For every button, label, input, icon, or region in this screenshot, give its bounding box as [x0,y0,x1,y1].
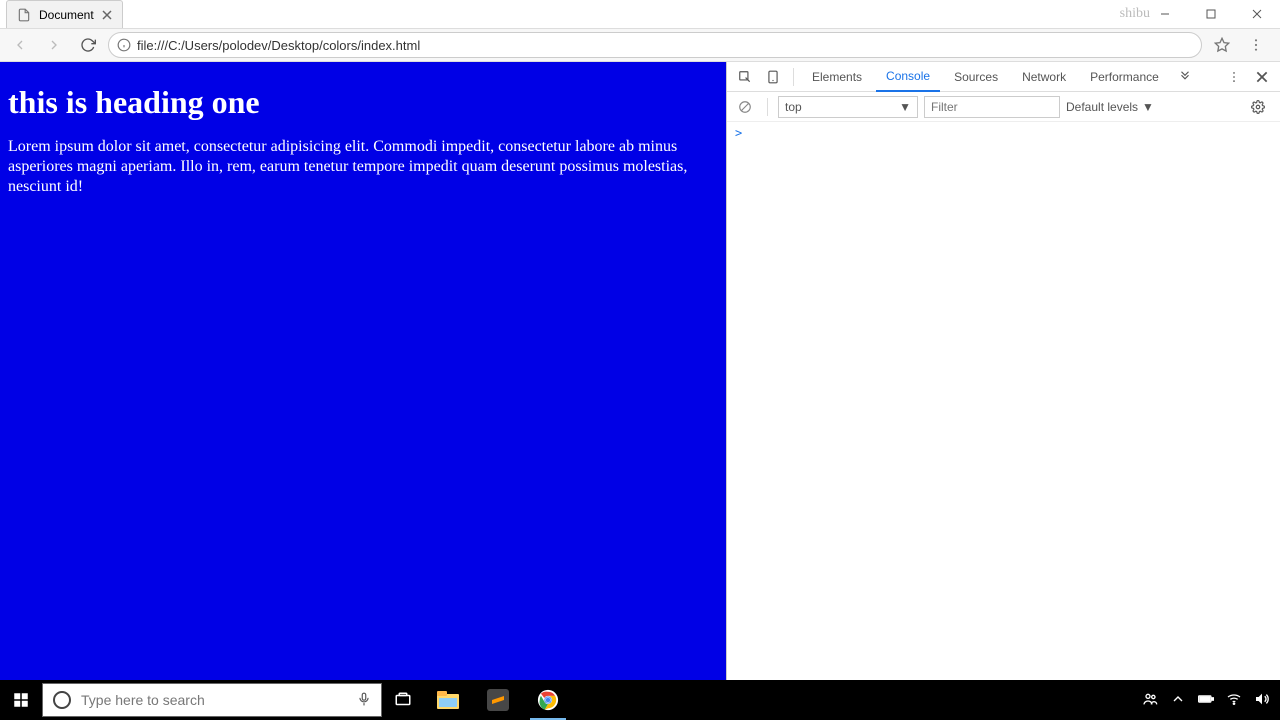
reload-button[interactable] [74,31,102,59]
file-explorer-icon[interactable] [424,680,472,720]
rendered-page: this is heading one Lorem ipsum dolor si… [0,62,726,680]
browser-tab[interactable]: Document [6,0,123,28]
people-icon[interactable] [1142,691,1158,710]
console-filter-input[interactable] [924,96,1060,118]
console-body[interactable]: > [727,122,1280,680]
maximize-button[interactable] [1188,0,1234,28]
inspect-icon[interactable] [733,65,757,89]
main-row: this is heading one Lorem ipsum dolor si… [0,62,1280,680]
volume-icon[interactable] [1254,691,1270,710]
devtools-panel: Elements Console Sources Network Perform… [726,62,1280,680]
context-select[interactable]: top ▼ [778,96,918,118]
window-controls [1142,0,1280,28]
bookmark-star-icon[interactable] [1208,31,1236,59]
wifi-icon[interactable] [1226,691,1242,710]
sublime-text-icon[interactable] [474,680,522,720]
separator [793,68,794,86]
log-levels-label: Default levels [1066,100,1138,114]
url-field[interactable]: file:///C:/Users/polodev/Desktop/colors/… [108,32,1202,58]
address-bar: file:///C:/Users/polodev/Desktop/colors/… [0,28,1280,62]
tab-console[interactable]: Console [876,62,940,92]
tab-elements[interactable]: Elements [802,62,872,92]
tab-performance[interactable]: Performance [1080,62,1169,92]
browser-menu-icon[interactable] [1242,31,1270,59]
document-icon [17,8,31,22]
minimize-button[interactable] [1142,0,1188,28]
devtools-menu-icon[interactable] [1222,65,1246,89]
page-heading: this is heading one [8,84,718,121]
tab-close-icon[interactable] [102,10,112,20]
log-levels-select[interactable]: Default levels ▼ [1066,100,1154,114]
tab-title: Document [39,8,94,22]
tab-network[interactable]: Network [1012,62,1076,92]
url-text: file:///C:/Users/polodev/Desktop/colors/… [137,38,420,53]
separator [767,98,768,116]
page-paragraph: Lorem ipsum dolor sit amet, consectetur … [8,137,708,197]
cortana-icon [53,691,71,709]
system-tray [1132,691,1280,710]
tray-expand-icon[interactable] [1170,691,1186,710]
console-prompt: > [735,126,742,140]
devtools-close-icon[interactable] [1250,65,1274,89]
chevron-down-icon: ▼ [899,100,911,114]
start-button[interactable] [0,680,42,720]
taskbar-search-placeholder: Type here to search [81,692,205,708]
site-info-icon[interactable] [117,38,131,52]
clear-console-icon[interactable] [733,95,757,119]
browser-titlebar: Document shibu [0,0,1280,28]
console-toolbar: top ▼ Default levels ▼ [727,92,1280,122]
chrome-icon[interactable] [524,680,572,720]
more-tabs-icon[interactable] [1173,65,1197,89]
chevron-down-icon: ▼ [1142,100,1154,114]
devtools-tabbar: Elements Console Sources Network Perform… [727,62,1280,92]
battery-icon[interactable] [1198,691,1214,710]
mic-icon[interactable] [357,690,371,711]
taskbar-apps [424,680,572,720]
device-toggle-icon[interactable] [761,65,785,89]
task-view-button[interactable] [382,680,424,720]
tab-sources[interactable]: Sources [944,62,1008,92]
taskbar-search[interactable]: Type here to search [42,683,382,717]
taskbar: Type here to search [0,680,1280,720]
console-settings-icon[interactable] [1246,95,1270,119]
back-button[interactable] [6,31,34,59]
context-select-value: top [785,100,802,114]
forward-button[interactable] [40,31,68,59]
close-button[interactable] [1234,0,1280,28]
